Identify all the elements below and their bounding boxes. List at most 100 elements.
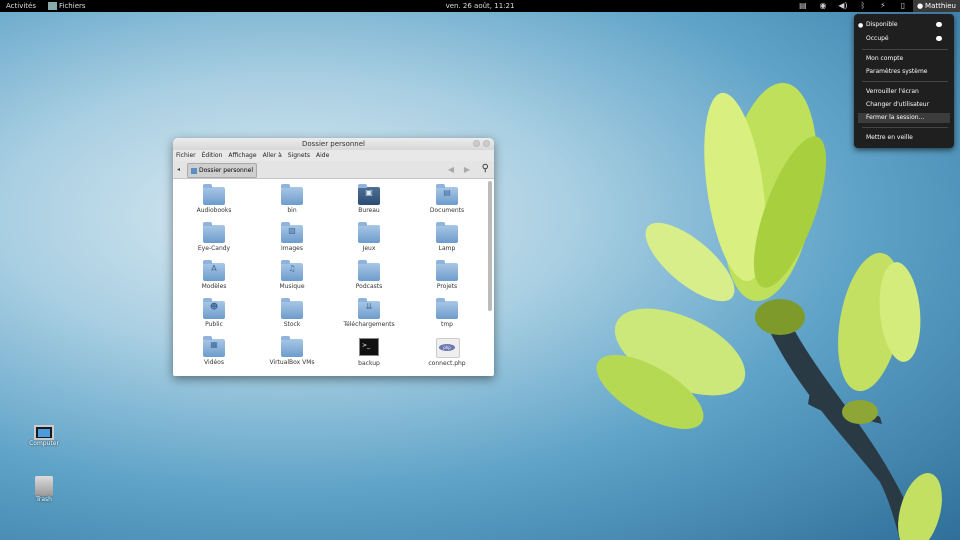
- file-item[interactable]: ▣ Bureau: [330, 184, 408, 214]
- videos-folder-icon: ▦: [203, 336, 225, 357]
- menu-item-suspend[interactable]: Mettre en veille: [866, 133, 950, 143]
- menu-item-log-out[interactable]: Fermer la session...: [858, 113, 950, 123]
- file-item[interactable]: ♫ Musique: [253, 260, 331, 290]
- file-label: tmp: [440, 321, 453, 328]
- file-label: Images: [281, 245, 303, 252]
- file-item[interactable]: bin: [253, 184, 331, 214]
- file-item[interactable]: VirtualBox VMs: [253, 336, 331, 366]
- file-label: Lamp: [438, 245, 456, 252]
- file-item[interactable]: ⇊ Téléchargements: [330, 298, 408, 328]
- menu-item-lock-screen[interactable]: Verrouiller l'écran: [866, 87, 950, 97]
- terminal-script-icon: >_: [358, 338, 380, 358]
- forward-button[interactable]: ▶: [464, 164, 470, 175]
- file-label: Bureau: [358, 207, 380, 214]
- file-label: connect.php: [428, 360, 466, 367]
- folder-icon: [358, 222, 380, 243]
- menu-separator: [862, 81, 948, 82]
- desktop-icon-label: Computer: [29, 440, 59, 447]
- menu-bookmarks[interactable]: Signets: [288, 150, 310, 161]
- toolbar: ◂ Dossier personnel ◀ ▶ ⚲: [173, 161, 494, 179]
- file-grid: Audiobooks bin ▣ Bureau ▤ Documents Eye-…: [173, 179, 494, 376]
- file-item[interactable]: Audiobooks: [175, 184, 253, 214]
- menu-file[interactable]: Fichier: [176, 150, 196, 161]
- php-file-icon: php: [436, 338, 460, 358]
- file-label: Podcasts: [355, 283, 383, 290]
- file-item[interactable]: php connect.php: [408, 337, 486, 367]
- file-item[interactable]: Jeux: [330, 222, 408, 252]
- menu-separator: [862, 127, 948, 128]
- file-item[interactable]: Eye-Candy: [175, 222, 253, 252]
- public-folder-icon: ☻: [203, 298, 225, 319]
- file-label: Eye-Candy: [197, 245, 231, 252]
- file-item[interactable]: tmp: [408, 298, 486, 328]
- file-item[interactable]: Projets: [408, 260, 486, 290]
- menu-item-my-account[interactable]: Mon compte: [866, 54, 950, 64]
- file-label: Projets: [436, 283, 458, 290]
- file-item[interactable]: ▨ Images: [253, 222, 331, 252]
- scrollbar[interactable]: [488, 181, 492, 311]
- back-button[interactable]: ◀: [448, 164, 454, 175]
- home-icon: [191, 167, 197, 174]
- folder-icon: [436, 222, 458, 243]
- documents-folder-icon: ▤: [436, 184, 458, 205]
- file-item[interactable]: >_ backup: [330, 337, 408, 367]
- file-label: Stock: [283, 321, 301, 328]
- volume-icon[interactable]: ◀): [833, 0, 853, 12]
- folder-icon: [203, 184, 225, 205]
- file-item[interactable]: Podcasts: [330, 260, 408, 290]
- close-button[interactable]: [483, 140, 490, 147]
- breadcrumb[interactable]: Dossier personnel: [187, 163, 258, 178]
- file-item[interactable]: ▤ Documents: [408, 184, 486, 214]
- available-status-icon: [936, 22, 942, 27]
- folder-icon: [436, 260, 458, 281]
- menu-item-available[interactable]: Disponible: [866, 20, 950, 30]
- file-item[interactable]: ▦ Vidéos: [175, 336, 253, 366]
- window-list-icon[interactable]: ▤: [793, 0, 813, 12]
- menu-help[interactable]: Aide: [316, 150, 329, 161]
- desktop-icon-computer[interactable]: Computer: [24, 425, 64, 447]
- menu-go[interactable]: Aller à: [263, 150, 282, 161]
- folder-icon: [281, 184, 303, 205]
- desktop-icon-trash[interactable]: Trash: [24, 476, 64, 503]
- menu-edit[interactable]: Édition: [202, 150, 223, 161]
- selected-status-dot-icon: ●: [858, 22, 864, 29]
- accessibility-icon[interactable]: ◉: [813, 0, 833, 12]
- minimize-button[interactable]: [473, 140, 480, 147]
- file-label: Vidéos: [204, 359, 224, 366]
- top-bar: Activités Fichiers ven. 26 août, 11:21 ▤…: [0, 0, 960, 12]
- pictures-folder-icon: ▨: [281, 222, 303, 243]
- window-titlebar[interactable]: Dossier personnel: [173, 138, 494, 150]
- music-folder-icon: ♫: [281, 260, 303, 281]
- file-label: Téléchargements: [343, 321, 395, 328]
- breadcrumb-left-arrow-icon[interactable]: ◂: [177, 164, 180, 175]
- folder-icon: [358, 260, 380, 281]
- menu-item-switch-user[interactable]: Changer d'utilisateur: [866, 100, 950, 110]
- file-item[interactable]: A Modèles: [175, 260, 253, 290]
- file-item[interactable]: ☻ Public: [175, 298, 253, 328]
- downloads-folder-icon: ⇊: [358, 298, 380, 319]
- file-label: Documents: [429, 207, 465, 214]
- folder-icon: [436, 298, 458, 319]
- file-item[interactable]: Stock: [253, 298, 331, 328]
- folder-icon: [281, 298, 303, 319]
- window-title: Dossier personnel: [301, 140, 365, 148]
- menu-item-busy[interactable]: Occupé: [866, 34, 950, 44]
- file-label: VirtualBox VMs: [269, 359, 315, 366]
- computer-icon: [34, 425, 54, 440]
- system-tray: ▤ ◉ ◀) ᛒ ⚡ ▯ ● Matthieu: [793, 0, 960, 12]
- chat-status-icon: ●: [916, 2, 924, 10]
- bluetooth-icon[interactable]: ᛒ: [853, 0, 873, 12]
- folder-icon: [203, 222, 225, 243]
- desktop-folder-icon: ▣: [358, 184, 380, 205]
- menu-item-system-settings[interactable]: Paramètres système: [866, 67, 950, 77]
- desktop-icon-label: Trash: [36, 496, 52, 503]
- user-menu-button[interactable]: ● Matthieu: [912, 0, 960, 12]
- menu-separator: [862, 49, 948, 50]
- search-icon[interactable]: ⚲: [482, 163, 489, 175]
- battery-icon[interactable]: ▯: [893, 0, 913, 12]
- menu-item-label: Disponible: [866, 21, 898, 28]
- menu-view[interactable]: Affichage: [228, 150, 256, 161]
- network-icon[interactable]: ⚡: [873, 0, 893, 12]
- file-label: Public: [205, 321, 223, 328]
- file-item[interactable]: Lamp: [408, 222, 486, 252]
